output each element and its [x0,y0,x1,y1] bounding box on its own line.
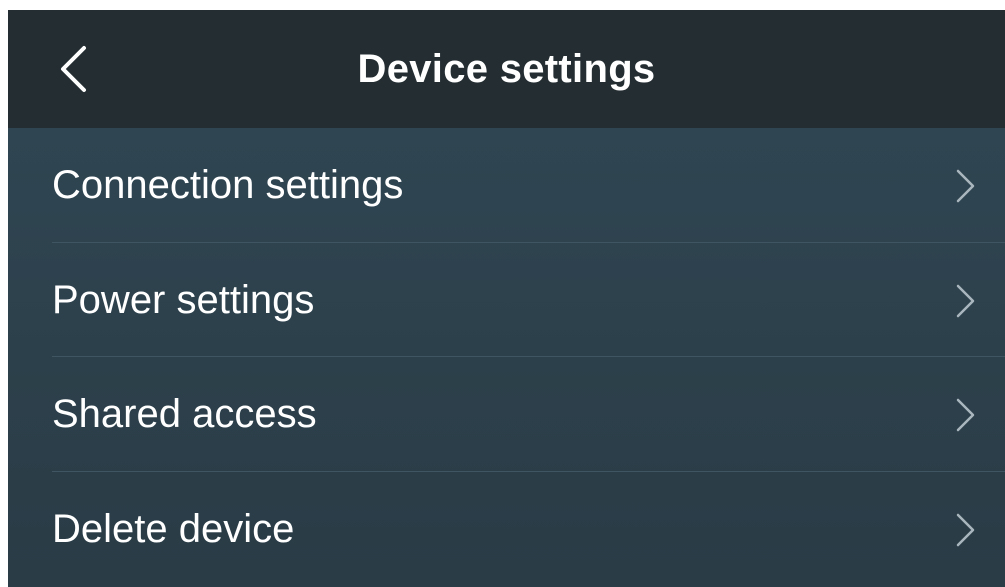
chevron-left-icon [58,45,88,93]
list-item-label: Delete device [52,506,295,551]
list-item-connection-settings[interactable]: Connection settings [8,128,1005,243]
chevron-right-icon [955,512,977,548]
page-title: Device settings [357,47,656,91]
back-button[interactable] [48,40,98,98]
list-item-delete-device[interactable]: Delete device [8,472,1005,587]
settings-list: Connection settings Power settings Share… [8,128,1005,587]
chevron-right-icon [955,168,977,204]
list-item-label: Shared access [52,392,317,436]
top-bar: Device settings [8,10,1005,128]
list-item-power-settings[interactable]: Power settings [8,243,1005,357]
list-item-shared-access[interactable]: Shared access [8,357,1005,472]
chevron-right-icon [955,397,977,433]
device-settings-screen: Device settings Connection settings Powe… [8,10,1005,587]
chevron-right-icon [955,283,977,319]
list-item-label: Power settings [52,277,315,322]
list-item-label: Connection settings [52,163,404,207]
